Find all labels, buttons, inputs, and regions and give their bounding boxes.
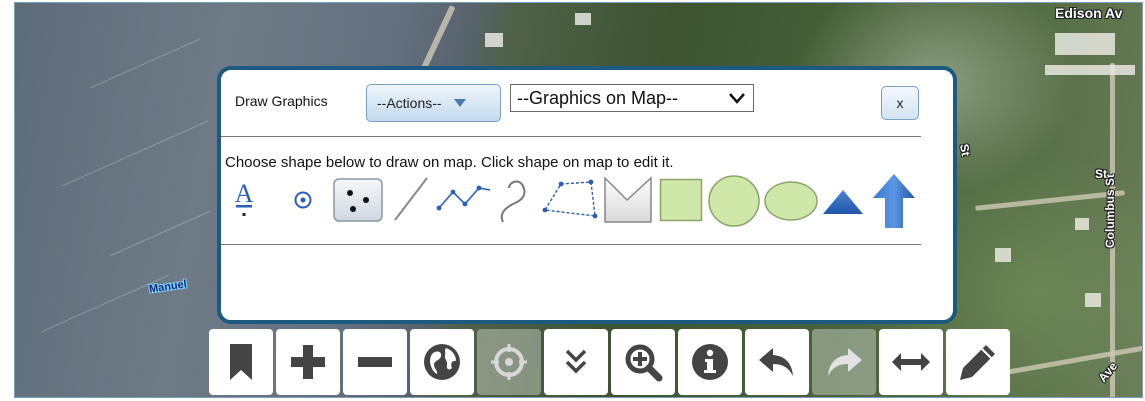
map-building — [1085, 293, 1101, 307]
map-building — [485, 33, 503, 47]
zoom-in-button[interactable] — [276, 329, 340, 395]
line-icon — [394, 177, 428, 221]
text-tool-glyph: A — [235, 179, 254, 208]
chevron-down-icon — [729, 93, 745, 104]
zoom-out-button[interactable] — [343, 329, 407, 395]
street-label-edison: Edison Av — [1055, 5, 1123, 21]
rectangle-icon — [659, 178, 703, 222]
rectangle-tool[interactable] — [659, 178, 703, 222]
triangle-tool[interactable] — [821, 188, 865, 216]
identify-info-button[interactable] — [678, 329, 742, 395]
freehand-polygon-tool[interactable] — [603, 176, 653, 224]
arrow-tool[interactable] — [871, 172, 917, 230]
ellipse-icon — [764, 181, 818, 221]
circle-tool[interactable] — [707, 174, 761, 228]
freehand-line-tool[interactable] — [497, 174, 537, 226]
water-texture — [109, 210, 211, 257]
circle-icon — [708, 175, 760, 227]
divider — [221, 244, 921, 245]
info-icon — [692, 344, 728, 380]
multipoint-icon — [333, 178, 383, 222]
redo-button[interactable] — [812, 329, 876, 395]
pencil-icon — [960, 345, 995, 380]
freehand-line-icon — [500, 180, 526, 223]
street-label-columbus: Columbus St — [1103, 174, 1117, 248]
zoom-to-button[interactable] — [611, 329, 675, 395]
freehand-polygon-icon — [604, 176, 652, 223]
street-label-ave: Ave — [1095, 359, 1121, 385]
double-chevron-down-icon — [565, 349, 587, 374]
line-tool[interactable] — [391, 174, 431, 224]
draw-button[interactable] — [946, 329, 1010, 395]
graphics-on-map-select[interactable]: --Graphics on Map-- — [510, 84, 754, 112]
map-building — [1055, 33, 1115, 55]
map-building — [1075, 218, 1089, 230]
zoom-in-icon — [291, 345, 325, 379]
undo-icon — [759, 348, 793, 376]
caret-down-icon — [453, 99, 466, 107]
polygon-icon — [542, 179, 598, 219]
ellipse-tool[interactable] — [763, 180, 819, 222]
point-icon — [294, 191, 312, 209]
close-button[interactable]: x — [881, 86, 919, 120]
redo-icon — [828, 348, 862, 376]
map-building — [575, 13, 591, 25]
zoom-out-icon — [358, 357, 392, 367]
map-building — [1045, 65, 1135, 75]
polygon-tool[interactable] — [539, 176, 601, 222]
globe-icon — [424, 344, 460, 380]
polyline-icon — [436, 185, 491, 211]
measure-button[interactable] — [879, 329, 943, 395]
measure-icon — [892, 353, 930, 371]
draw-graphics-dialog: Draw Graphics --Actions-- --Graphics on … — [217, 66, 957, 324]
bookmark-button[interactable] — [209, 329, 273, 395]
actions-dropdown-button[interactable]: --Actions-- — [366, 84, 501, 122]
locate-button[interactable] — [477, 329, 541, 395]
more-tools-button[interactable] — [544, 329, 608, 395]
undo-button[interactable] — [745, 329, 809, 395]
instructions-text: Choose shape below to draw on map. Click… — [225, 154, 674, 171]
app-frame: Edison Av Columbus St Manuel St St Ave D… — [14, 2, 1143, 398]
graphics-select-value: --Graphics on Map-- — [517, 87, 679, 108]
multipoint-tool[interactable] — [333, 178, 383, 222]
polyline-tool[interactable] — [435, 178, 493, 218]
basemap-globe-button[interactable] — [410, 329, 474, 395]
text-icon: A — [235, 179, 254, 216]
map-building — [995, 248, 1011, 262]
divider — [221, 136, 921, 137]
arrow-icon — [873, 174, 915, 228]
bookmark-icon — [230, 344, 252, 380]
zoom-magnifier-icon — [625, 344, 663, 382]
street-label-st-2: St — [1095, 167, 1107, 181]
triangle-icon — [823, 190, 863, 214]
locate-icon — [491, 344, 527, 380]
water-texture — [61, 120, 209, 187]
actions-label: --Actions-- — [377, 95, 442, 111]
street-label-st-1: St — [957, 142, 973, 158]
text-tool[interactable]: A — [227, 174, 261, 224]
point-tool[interactable] — [291, 188, 315, 212]
map-road — [420, 5, 456, 71]
water-texture — [89, 38, 201, 89]
dialog-title: Draw Graphics — [235, 93, 328, 109]
